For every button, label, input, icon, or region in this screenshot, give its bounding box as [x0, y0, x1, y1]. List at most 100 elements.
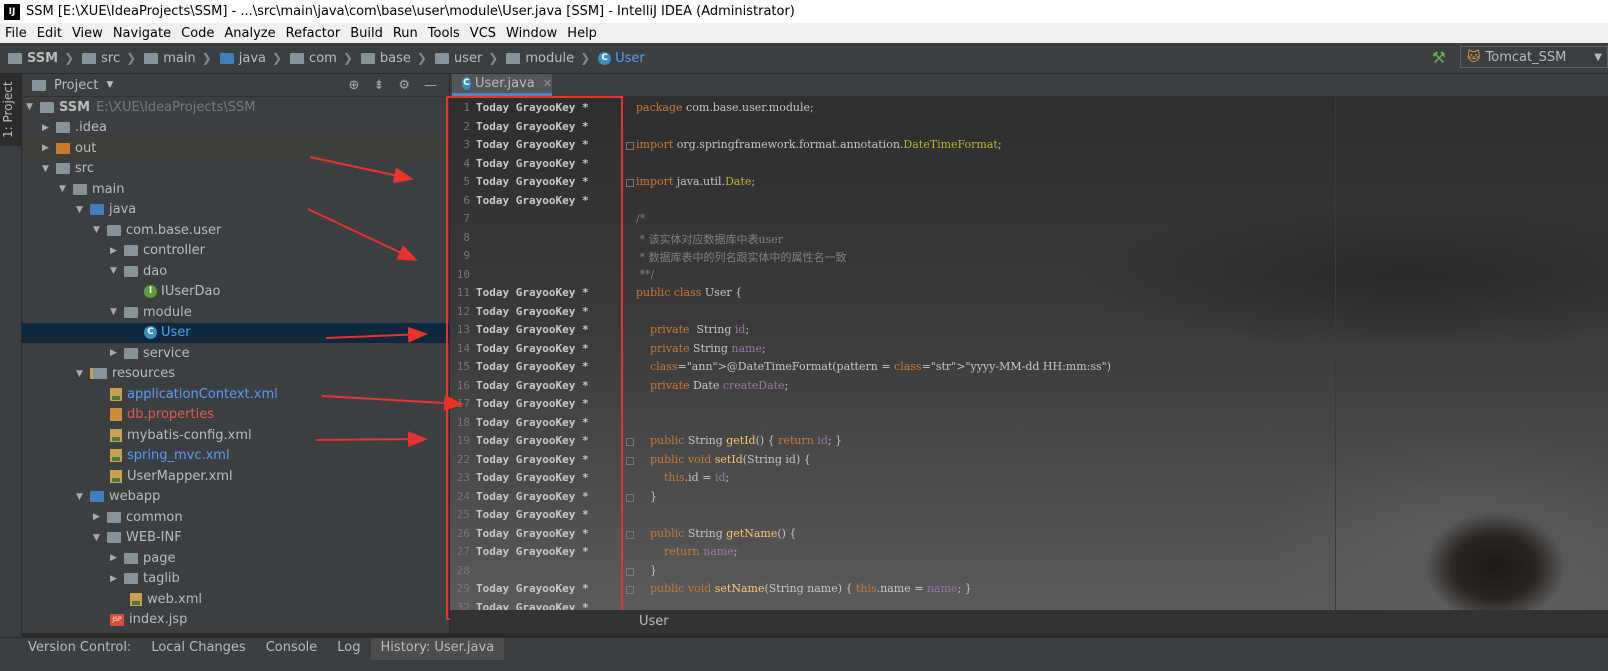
code-line[interactable]: /*	[636, 212, 645, 225]
menu-edit[interactable]: Edit	[32, 26, 67, 41]
vcs-annotation[interactable]: Today GrayooKey *	[476, 157, 589, 170]
vcs-annotation[interactable]: Today GrayooKey *	[476, 323, 589, 336]
tree-node-src[interactable]: ▼ src	[22, 159, 449, 180]
tree-node-module[interactable]: ▼ module	[22, 302, 449, 323]
tree-node-dao[interactable]: ▼ dao	[22, 261, 449, 282]
tree-node-mybatis-config[interactable]: mybatis-config.xml	[22, 425, 449, 446]
vcs-annotation[interactable]: Today GrayooKey *	[476, 527, 589, 540]
gear-icon[interactable]: ⚙	[398, 78, 410, 93]
code-line[interactable]: this.id = id;	[636, 471, 729, 484]
tree-node-common[interactable]: ▶ common	[22, 507, 449, 528]
menu-view[interactable]: View	[67, 26, 108, 41]
vcs-annotation[interactable]: Today GrayooKey *	[476, 397, 589, 410]
code-line[interactable]: private String name;	[636, 342, 766, 355]
tree-node-resources[interactable]: ▼ resources	[22, 364, 449, 385]
vcs-annotation[interactable]: Today GrayooKey *	[476, 194, 589, 207]
code-line[interactable]: }	[636, 490, 657, 503]
crumb-module[interactable]: module ❯	[506, 51, 590, 66]
vcs-annotation[interactable]: Today GrayooKey *	[476, 416, 589, 429]
menu-refactor[interactable]: Refactor	[281, 26, 346, 41]
vcs-annotation[interactable]: Today GrayooKey *	[476, 434, 589, 447]
vcs-annotation[interactable]: Today GrayooKey *	[476, 453, 589, 466]
code-editor[interactable]: 1 Today GrayooKey * 2 Today GrayooKey * 3 Tod…	[450, 97, 1608, 610]
tree-node-usermapper[interactable]: UserMapper.xml	[22, 466, 449, 487]
tree-node-user[interactable]: C User	[22, 322, 449, 343]
code-line[interactable]: public void setName(String name) { this.…	[636, 582, 972, 595]
fold-marker-icon[interactable]	[626, 456, 634, 465]
menu-run[interactable]: Run	[388, 26, 423, 41]
crumb-base[interactable]: base ❯	[360, 51, 427, 66]
code-line[interactable]: class="ann">@DateTimeFormat(pattern = cl…	[636, 360, 1111, 373]
code-line[interactable]: public void setId(String id) {	[636, 453, 811, 466]
vcs-annotation[interactable]: Today GrayooKey *	[476, 508, 589, 521]
vcs-annotation[interactable]: Today GrayooKey *	[476, 101, 589, 114]
editor-breadcrumb[interactable]: User	[639, 614, 669, 629]
tree-node-java[interactable]: ▼ java	[22, 200, 449, 221]
crumb-src[interactable]: src ❯	[82, 51, 136, 66]
code-line[interactable]: private Date createDate;	[636, 379, 788, 392]
tree-node-applicationcontext[interactable]: applicationContext.xml	[22, 384, 449, 405]
crumb-com[interactable]: com ❯	[290, 51, 353, 66]
tab-version-control[interactable]: Version Control:	[0, 638, 141, 660]
tab-console[interactable]: Console	[256, 638, 328, 660]
scroll-from-source-icon[interactable]: ⊕	[349, 78, 360, 93]
tree-node-iuserdao[interactable]: I IUserDao	[22, 282, 449, 303]
vcs-annotation[interactable]: Today GrayooKey *	[476, 490, 589, 503]
fold-marker-icon[interactable]	[626, 530, 634, 539]
vcs-annotation[interactable]: Today GrayooKey *	[476, 286, 589, 299]
run-configuration-select[interactable]: 🐱 Tomcat_SSM ▼	[1460, 46, 1608, 68]
tree-node-ssm[interactable]: ▼ SSM E:\XUE\IdeaProjects\SSM	[22, 97, 449, 118]
menu-help[interactable]: Help	[562, 26, 602, 41]
tree-node-page[interactable]: ▶ page	[22, 548, 449, 569]
project-tool-tab[interactable]: 1: Project	[0, 74, 21, 146]
tree-node-web-inf[interactable]: ▼ WEB-INF	[22, 528, 449, 549]
fold-marker-icon[interactable]	[626, 567, 634, 576]
crumb-java[interactable]: java ❯	[219, 51, 282, 66]
tree-node-index-jsp[interactable]: JSP index.jsp	[22, 610, 449, 631]
tree-node-db-properties[interactable]: db.properties	[22, 405, 449, 426]
tab-user-java[interactable]: C User.java ✕	[452, 74, 552, 96]
code-line[interactable]: }	[636, 564, 657, 577]
tree-node-taglib[interactable]: ▶ taglib	[22, 569, 449, 590]
code-line[interactable]: return name;	[636, 545, 737, 558]
crumb-ssm[interactable]: SSM ❯	[8, 51, 74, 66]
code-line[interactable]: import java.util.Date;	[636, 175, 755, 188]
code-line[interactable]: public String getId() { return id; }	[636, 434, 842, 447]
tab-history[interactable]: History: User.java	[370, 638, 505, 660]
tab-local-changes[interactable]: Local Changes	[141, 638, 255, 660]
vcs-annotation[interactable]: Today GrayooKey *	[476, 601, 589, 611]
tree-node-controller[interactable]: ▶ controller	[22, 241, 449, 262]
fold-marker-icon[interactable]	[626, 438, 634, 446]
collapse-all-icon[interactable]: ⇟	[373, 78, 384, 93]
menu-analyze[interactable]: Analyze	[219, 26, 280, 41]
tree-node-main[interactable]: ▼ main	[22, 179, 449, 200]
hide-panel-icon[interactable]: —	[424, 78, 437, 93]
menu-code[interactable]: Code	[176, 26, 219, 41]
crumb-user-class[interactable]: C User	[598, 51, 645, 66]
vcs-annotation[interactable]: Today GrayooKey *	[476, 471, 589, 484]
code-line[interactable]: import org.springframework.format.annota…	[636, 138, 1002, 151]
vcs-annotation[interactable]: Today GrayooKey *	[476, 379, 589, 392]
code-line[interactable]: public class User {	[636, 286, 742, 299]
vcs-annotation[interactable]: Today GrayooKey *	[476, 545, 589, 558]
fold-marker-icon[interactable]	[626, 586, 634, 594]
code-line[interactable]: public String getName() {	[636, 527, 796, 540]
vcs-annotation[interactable]: Today GrayooKey *	[476, 360, 589, 373]
close-icon[interactable]: ✕	[543, 77, 552, 90]
code-line[interactable]: package com.base.user.module;	[636, 101, 814, 114]
menu-navigate[interactable]: Navigate	[108, 26, 176, 41]
vcs-annotation[interactable]: Today GrayooKey *	[476, 138, 589, 151]
build-hammer-icon[interactable]: ⚒	[1432, 48, 1446, 67]
menu-vcs[interactable]: VCS	[465, 26, 501, 41]
fold-marker-icon[interactable]	[626, 179, 634, 187]
menu-tools[interactable]: Tools	[423, 26, 465, 41]
menu-window[interactable]: Window	[501, 26, 562, 41]
tree-node-webapp[interactable]: ▼ webapp	[22, 487, 449, 508]
vcs-annotation[interactable]: Today GrayooKey *	[476, 582, 589, 595]
vcs-annotation[interactable]: Today GrayooKey *	[476, 120, 589, 133]
fold-marker-icon[interactable]	[626, 493, 634, 502]
crumb-user[interactable]: user ❯	[434, 51, 498, 66]
project-view-selector[interactable]: Project ▼	[32, 78, 113, 93]
code-line[interactable]: * 数据库表中的列名跟实体中的属性名一致	[636, 249, 846, 265]
tree-node-com-base-user[interactable]: ▼ com.base.user	[22, 220, 449, 241]
